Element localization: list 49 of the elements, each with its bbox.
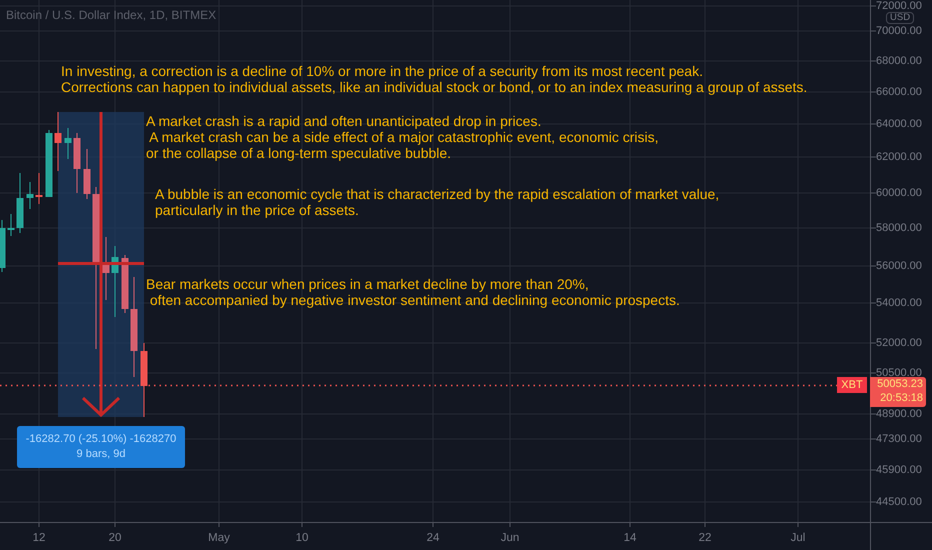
date-label: 22 (698, 531, 712, 546)
price-label: 58000.00 (876, 222, 922, 234)
date-label: 20 (108, 531, 122, 546)
candle (54, 112, 62, 172)
candle (26, 182, 34, 210)
annotation-text: In investing, a correction is a decline of 10% or more in the price of a security from its most recent peak. Corrections can happen to individual assets, like an individual stock or bond, or to an index measuring a group of assets. (61, 63, 808, 95)
chart-title: Bitcoin / U.S. Dollar Index, 1D, BITMEX (6, 7, 216, 24)
annotation-text: A market crash is a rapid and often unanticipated drop in prices. A market crash can be a side effect of a major catastrophic event, economic crisis, or the collapse of a long-term speculative bubble. (146, 113, 659, 161)
candle (46, 130, 52, 198)
price-label: 70000.00 (876, 25, 922, 37)
candle (112, 246, 118, 318)
date-label: Jul (790, 531, 806, 546)
last-price-text: 50053.23 (877, 377, 923, 391)
date-label: 12 (32, 531, 46, 546)
price-label: 66000.00 (876, 86, 922, 98)
price-label: 47300.00 (876, 433, 922, 445)
date-label: Jun (500, 531, 520, 546)
price-label: 48900.00 (876, 408, 922, 420)
date-label: 10 (296, 531, 308, 546)
candle (64, 128, 72, 160)
price-label: 52000.00 (876, 337, 922, 349)
date-label: 14 (624, 531, 636, 546)
candle (84, 148, 90, 200)
price-label: 64000.00 (876, 118, 922, 130)
candle (0, 220, 6, 272)
currency-badge: USD (886, 12, 914, 24)
price-label: 60000.00 (876, 187, 922, 199)
annotation-text: A bubble is an economic cycle that is characterized by the rapid escalation of market value, particularly in the price of assets. (155, 186, 720, 218)
price-label: 44500.00 (876, 496, 922, 508)
candle (8, 214, 14, 236)
date-label: 24 (426, 531, 440, 546)
price-label: 50500.00 (876, 367, 922, 379)
price-label: 54000.00 (876, 297, 922, 309)
price-change-text: -16282.70 (-25.10%) -1628270 (26, 433, 176, 446)
countdown-text: 20:53:18 (880, 391, 923, 405)
date-label: May (208, 531, 230, 546)
price-label: 45900.00 (876, 464, 922, 476)
candle (16, 172, 24, 234)
annotation-text: Bear markets occur when prices in a market decline by more than 20%, often accompanied by negative investor sentiment and declining economic prospects. (146, 276, 680, 308)
candle (102, 236, 110, 300)
candle (122, 254, 128, 314)
price-label: 68000.00 (876, 55, 922, 67)
candle (74, 132, 80, 194)
price-label: 72000.00 (876, 0, 922, 12)
symbol-tag: XBT (837, 377, 867, 393)
candle (36, 172, 42, 204)
price-label: 62000.00 (876, 151, 922, 163)
price-label: 56000.00 (876, 260, 922, 272)
bar-span-text: 9 bars, 9d (76, 448, 126, 461)
